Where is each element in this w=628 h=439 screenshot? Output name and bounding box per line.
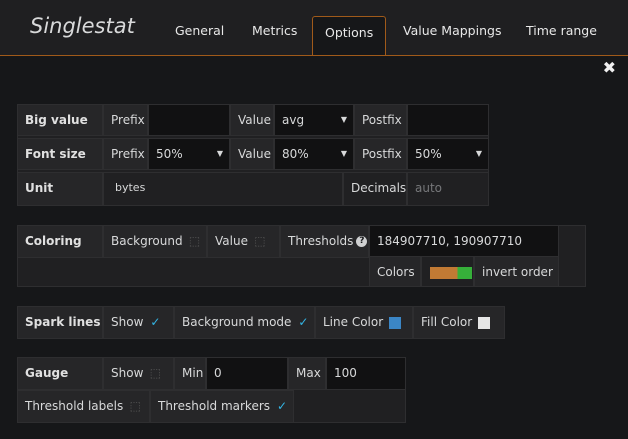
gauge-show-label: Show	[111, 366, 144, 380]
big-value-value-selected: avg	[282, 113, 305, 127]
colors-picker[interactable]	[421, 256, 474, 287]
coloring-background-toggle[interactable]: Background ⬚	[103, 225, 207, 258]
checkbox-unchecked-icon[interactable]: ⬚	[149, 358, 161, 388]
tab-divider	[0, 55, 628, 56]
big-value-value-label: Value	[230, 104, 274, 136]
line-color-label: Line Color	[323, 315, 384, 329]
font-size-postfix-label: Postfix	[354, 138, 407, 170]
font-size-prefix-select[interactable]: 50% ▼	[148, 138, 230, 170]
big-value-postfix-label: Postfix	[354, 104, 407, 136]
tab-metrics[interactable]: Metrics	[240, 16, 309, 46]
checkmark-icon[interactable]: ✓	[297, 307, 309, 337]
threshold-markers-toggle[interactable]: Threshold markers ✓	[150, 390, 294, 423]
font-size-postfix-select[interactable]: 50% ▼	[407, 138, 489, 170]
line-color-swatch[interactable]	[389, 316, 402, 329]
spark-lines-label: Spark lines	[17, 306, 103, 339]
caret-down-icon: ▼	[216, 149, 223, 158]
gauge-max-input[interactable]: 100	[326, 357, 406, 390]
threshold-markers-label: Threshold markers	[158, 399, 271, 413]
big-value-prefix-input[interactable]	[148, 104, 230, 136]
checkbox-unchecked-icon[interactable]: ⬚	[129, 391, 141, 421]
font-size-postfix-selected: 50%	[415, 147, 442, 161]
thresholds-label: Thresholds	[288, 234, 354, 248]
gauge-label: Gauge	[17, 357, 103, 390]
coloring-background-label: Background	[111, 234, 183, 248]
big-value-prefix-label: Prefix	[103, 104, 148, 136]
background-mode-toggle[interactable]: Background mode ✓	[174, 306, 315, 339]
tab-options[interactable]: Options	[312, 16, 387, 56]
gauge-min-label: Min	[174, 357, 206, 390]
font-size-label: Font size	[17, 138, 103, 170]
caret-down-icon: ▼	[475, 149, 482, 158]
threshold-labels-label: Threshold labels	[25, 399, 124, 413]
tab-time-range[interactable]: Time range	[514, 16, 609, 46]
close-icon[interactable]: ✖	[603, 58, 616, 77]
unit-label: Unit	[17, 172, 103, 206]
panel-title: Singlestat	[30, 14, 135, 38]
coloring-value-label: Value	[215, 234, 248, 248]
fill-color-label: Fill Color	[421, 315, 473, 329]
colors-label: Colors	[369, 256, 421, 287]
caret-down-icon: ▼	[340, 115, 347, 124]
decimals-input[interactable]: auto	[407, 172, 489, 206]
unit-picker[interactable]: bytes	[103, 172, 343, 206]
help-icon[interactable]: ?	[356, 236, 368, 247]
checkbox-unchecked-icon[interactable]: ⬚	[189, 226, 201, 256]
gauge-min-input[interactable]: 0	[206, 357, 288, 390]
big-value-label: Big value	[17, 104, 103, 136]
tab-general[interactable]: General	[163, 16, 236, 46]
checkmark-icon[interactable]: ✓	[276, 391, 288, 421]
gauge-max-label: Max	[288, 357, 326, 390]
font-size-value-label: Value	[230, 138, 274, 170]
line-color-cell: Line Color	[315, 306, 413, 339]
font-size-prefix-label: Prefix	[103, 138, 148, 170]
fill-color-swatch[interactable]	[478, 316, 491, 329]
fill-color-cell: Fill Color	[413, 306, 505, 339]
checkbox-unchecked-icon[interactable]: ⬚	[254, 226, 266, 256]
font-size-value-selected: 80%	[282, 147, 309, 161]
font-size-value-select[interactable]: 80% ▼	[274, 138, 354, 170]
caret-down-icon: ▼	[340, 149, 347, 158]
big-value-value-select[interactable]: avg ▼	[274, 104, 354, 136]
coloring-label: Coloring	[17, 225, 103, 258]
font-size-prefix-selected: 50%	[156, 147, 183, 161]
color-swatches[interactable]	[430, 266, 472, 279]
thresholds-input[interactable]: 184907710, 190907710	[369, 225, 559, 258]
decimals-label: Decimals	[343, 172, 407, 206]
tab-value-mappings[interactable]: Value Mappings	[391, 16, 513, 46]
checkmark-icon[interactable]: ✓	[149, 307, 161, 337]
background-mode-label: Background mode	[182, 315, 292, 329]
spark-lines-show-label: Show	[111, 315, 144, 329]
threshold-labels-toggle[interactable]: Threshold labels ⬚	[17, 390, 150, 423]
coloring-value-toggle[interactable]: Value ⬚	[207, 225, 280, 258]
big-value-postfix-input[interactable]	[407, 104, 489, 136]
invert-order-link[interactable]: invert order	[474, 256, 559, 287]
thresholds-label-cell: Thresholds?	[280, 225, 369, 258]
gauge-show-toggle[interactable]: Show ⬚	[103, 357, 174, 390]
spark-lines-show-toggle[interactable]: Show ✓	[103, 306, 174, 339]
